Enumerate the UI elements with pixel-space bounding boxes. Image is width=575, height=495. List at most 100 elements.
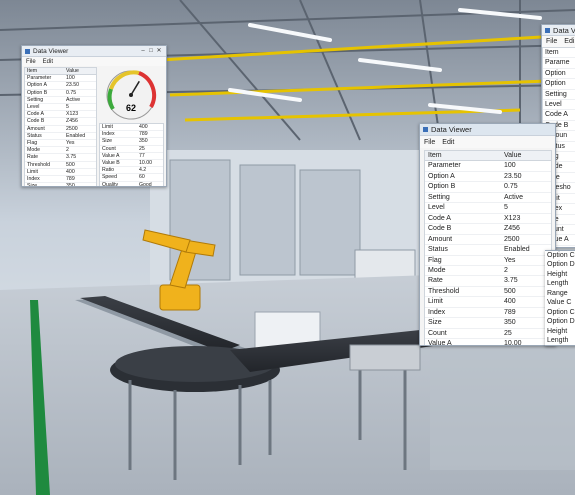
menu-edit[interactable]: Edit — [43, 59, 53, 65]
table-row[interactable]: Option C — [545, 251, 575, 260]
item-cell: Amount — [25, 125, 65, 133]
table-row[interactable]: Length — [545, 279, 575, 288]
table-row[interactable]: Limit 400 — [25, 168, 96, 177]
table-row[interactable]: Level 5 — [25, 103, 96, 112]
table-row[interactable]: Parame — [543, 57, 575, 69]
close-icon[interactable]: ✕ — [155, 47, 163, 55]
table-row[interactable]: Option — [543, 78, 575, 90]
item-cell: Flag — [25, 139, 65, 148]
table-row[interactable]: Code B Z456 — [425, 223, 551, 235]
item-cell: Length — [547, 337, 569, 345]
value-cell: 2 — [64, 146, 96, 155]
table-row[interactable]: Size 350 — [99, 137, 163, 146]
table-row[interactable]: Amount 2500 — [25, 125, 96, 133]
table-row[interactable]: Option C — [545, 308, 575, 317]
table-row[interactable]: Status Enabled — [25, 132, 96, 141]
app-icon — [545, 27, 550, 33]
value-cell: 100 — [64, 74, 96, 83]
item-cell: Status — [425, 244, 501, 256]
table-row[interactable]: Limit 400 — [425, 296, 551, 308]
table-row[interactable]: Index 789 — [25, 175, 96, 184]
value-cell: 23.50 — [64, 81, 96, 90]
table-row[interactable]: Option — [543, 68, 575, 80]
menu-bar: File Edit — [22, 57, 166, 66]
table-row[interactable]: Level 5 — [425, 202, 551, 214]
value-cell: 0.75 — [501, 181, 551, 193]
menu-file[interactable]: File — [26, 59, 36, 65]
table-row[interactable]: Mode 2 — [425, 265, 551, 277]
value-cell: X123 — [64, 110, 96, 119]
item-cell: Option D — [547, 261, 575, 269]
table-row[interactable]: Size 350 — [25, 182, 96, 186]
item-cell: Rate — [25, 153, 65, 162]
table-row[interactable]: Level — [543, 99, 575, 111]
table-row[interactable]: Index 789 — [99, 130, 163, 139]
window-titlebar: Data Vi — [542, 25, 575, 36]
properties-table: Item Value Parameter 100 Option A 23.50 Opti… — [424, 150, 552, 345]
menu-edit[interactable]: Edit — [442, 139, 454, 146]
secondary-table: Limit 400 Index 789 Size 350 Count 25 Value A 77 V… — [98, 123, 164, 186]
table-row[interactable]: Rate 3.75 — [25, 153, 96, 162]
table-row[interactable]: Size 350 — [425, 317, 551, 329]
table-row[interactable]: Value B 10.00 — [99, 159, 163, 168]
table-row[interactable]: Count 25 — [425, 328, 551, 340]
minimize-icon[interactable]: – — [139, 47, 147, 55]
table-row[interactable]: Setting Active — [425, 192, 551, 204]
value-cell: 25 — [501, 328, 551, 340]
table-row[interactable]: Length — [545, 336, 575, 345]
table-row[interactable]: Code A X123 — [25, 110, 96, 119]
item-cell: Quality — [99, 181, 137, 186]
table-row[interactable]: Height — [545, 270, 575, 279]
value-cell: Z456 — [64, 117, 96, 126]
menu-edit[interactable]: Edi — [564, 38, 574, 45]
table-row[interactable]: Flag Yes — [425, 255, 551, 267]
item-cell: Parame — [543, 57, 575, 69]
value-cell: 10.00 — [501, 338, 551, 345]
table-row[interactable]: Option A 23.50 — [25, 81, 96, 90]
table-row[interactable]: Height — [545, 327, 575, 336]
table-row[interactable]: Code A X123 — [425, 213, 551, 225]
item-cell: Code A — [425, 213, 501, 225]
item-cell: Limit — [425, 296, 501, 308]
item-cell: Size — [25, 182, 65, 186]
table-row[interactable]: Count 25 — [99, 145, 163, 153]
item-cell: Threshold — [425, 286, 501, 298]
item-cell: Code B — [25, 117, 65, 126]
menu-file[interactable]: File — [546, 38, 557, 45]
table-row[interactable]: Mode 2 — [25, 146, 96, 155]
table-row[interactable]: Code B Z456 — [25, 117, 96, 126]
table-row[interactable]: Limit 400 — [99, 124, 163, 132]
table-row[interactable]: Value C — [545, 298, 575, 307]
table-row[interactable]: Option A 23.50 — [425, 171, 551, 183]
table-row[interactable]: Speed 60 — [99, 173, 163, 182]
table-row[interactable]: Value A 77 — [99, 152, 163, 161]
value-cell: 25 — [136, 145, 163, 153]
table-row[interactable]: Status Enabled — [425, 244, 551, 256]
table-row[interactable]: Option B 0.75 — [25, 89, 96, 97]
item-cell: Option B — [425, 181, 501, 193]
table-row[interactable]: Item — [543, 48, 575, 59]
maximize-icon[interactable]: □ — [147, 47, 155, 55]
table-row[interactable]: Quality Good — [99, 181, 163, 186]
table-row[interactable]: Flag Yes — [25, 139, 96, 148]
table-row[interactable]: Setting Active — [25, 96, 96, 105]
table-row[interactable]: Parameter 100 — [25, 74, 96, 83]
table-row[interactable]: Value A 10.00 — [425, 338, 551, 345]
table-row[interactable]: Threshold 500 — [25, 161, 96, 169]
table-row[interactable]: Index 789 — [425, 307, 551, 319]
table-row[interactable]: Option D — [545, 317, 575, 326]
value-cell: 350 — [136, 137, 163, 146]
table-row[interactable]: Amount 2500 — [425, 234, 551, 246]
table-row[interactable]: Setting — [543, 89, 575, 101]
menu-file[interactable]: File — [424, 139, 435, 146]
table-row[interactable]: Option B 0.75 — [425, 181, 551, 193]
table-row[interactable]: Parameter 100 — [425, 160, 551, 172]
table-row[interactable]: Range — [545, 289, 575, 298]
table-row[interactable]: Option D — [545, 260, 575, 269]
table-row[interactable]: Ratio 4.2 — [99, 166, 163, 175]
table-row[interactable]: Rate 3.75 — [425, 275, 551, 287]
table-row[interactable]: Threshold 500 — [425, 286, 551, 298]
value-cell: 350 — [501, 317, 551, 329]
value-cell: X123 — [501, 213, 551, 225]
table-row[interactable]: Code A — [543, 109, 575, 121]
